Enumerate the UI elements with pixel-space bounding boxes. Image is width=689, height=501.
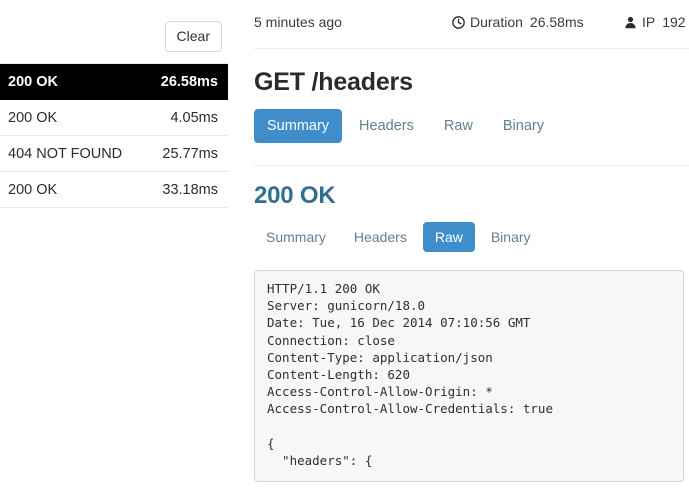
- response-title: 200 OK: [254, 182, 336, 209]
- request-list: 200 OK 26.58ms 200 OK 4.05ms 404 NOT FOUND 25…: [0, 63, 228, 208]
- request-list-item[interactable]: 200 OK 26.58ms: [0, 64, 228, 100]
- duration-meta: Duration 26.58ms: [452, 14, 584, 32]
- request-status-text: 200 OK: [8, 110, 58, 126]
- ip-label: IP: [642, 14, 656, 30]
- response-tabs: Summary Headers Raw Binary: [254, 222, 689, 256]
- meta-bar: 5 minutes ago Duration 26.58ms IP 192: [254, 0, 689, 49]
- duration-value: 26.58ms: [529, 14, 584, 30]
- request-duration-text: 26.58ms: [160, 74, 218, 90]
- ip-meta: IP 192: [624, 14, 686, 32]
- tab-raw[interactable]: Raw: [422, 222, 475, 252]
- request-detail-panel: 5 minutes ago Duration 26.58ms IP 192 GE…: [254, 0, 689, 501]
- duration-label: Duration: [470, 14, 523, 30]
- request-duration-text: 4.05ms: [170, 110, 218, 126]
- response-raw-body[interactable]: HTTP/1.1 200 OK Server: gunicorn/18.0 Da…: [254, 270, 684, 483]
- request-status-text: 404 NOT FOUND: [8, 146, 123, 162]
- person-icon: [624, 16, 637, 32]
- request-list-item[interactable]: 200 OK 4.05ms: [0, 100, 228, 136]
- tab-summary[interactable]: Summary: [254, 109, 343, 143]
- request-tabs: Summary Headers Raw Binary: [254, 109, 689, 143]
- response-section: 200 OK Summary Headers Raw Binary HTTP/1.1 …: [254, 166, 689, 483]
- tab-raw[interactable]: Raw: [431, 109, 486, 143]
- tab-headers[interactable]: Headers: [346, 109, 427, 143]
- relative-time: 5 minutes ago: [254, 14, 342, 30]
- request-title: GET /headers: [254, 68, 413, 96]
- tab-summary[interactable]: Summary: [254, 222, 338, 252]
- request-status-text: 200 OK: [8, 74, 58, 90]
- request-status-text: 200 OK: [8, 182, 58, 198]
- clear-button[interactable]: Clear: [164, 21, 222, 52]
- request-list-item[interactable]: 200 OK 33.18ms: [0, 172, 228, 208]
- clock-icon: [452, 16, 465, 32]
- request-duration-text: 33.18ms: [162, 182, 218, 198]
- request-duration-text: 25.77ms: [162, 146, 218, 162]
- request-list-item[interactable]: 404 NOT FOUND 25.77ms: [0, 136, 228, 172]
- tab-binary[interactable]: Binary: [490, 109, 557, 143]
- request-section: GET /headers Summary Headers Raw Binary: [254, 49, 689, 143]
- http-inspector-app: Clear 200 OK 26.58ms 200 OK 4.05ms 404 NOT F…: [0, 0, 689, 501]
- ip-value: 192: [662, 14, 686, 30]
- tab-binary[interactable]: Binary: [479, 222, 543, 252]
- sidebar-toolbar: Clear: [0, 0, 228, 63]
- request-list-sidebar: Clear 200 OK 26.58ms 200 OK 4.05ms 404 NOT F…: [0, 0, 228, 501]
- tab-headers[interactable]: Headers: [342, 222, 419, 252]
